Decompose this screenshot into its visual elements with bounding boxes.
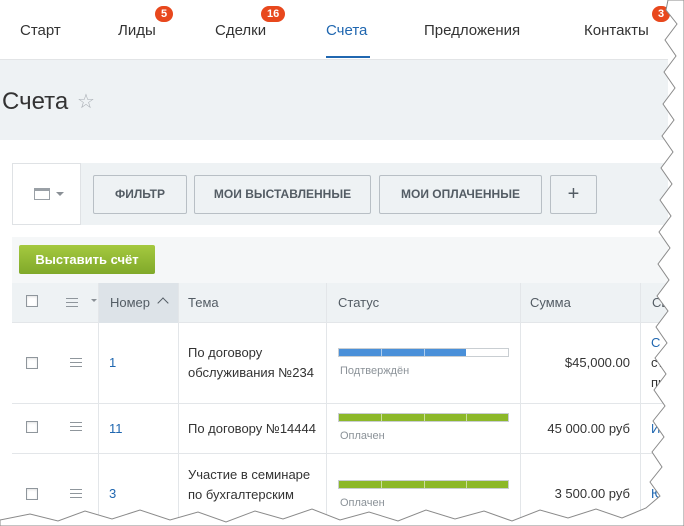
- status-progress-bar: [338, 413, 509, 422]
- tab-leads[interactable]: Лиды: [118, 22, 156, 39]
- row-menu-icon[interactable]: [70, 358, 82, 367]
- tab-deals[interactable]: Сделки: [215, 22, 266, 39]
- top-nav: Старт Лиды 5 Сделки 16 Счета Предложения…: [0, 0, 671, 60]
- add-filter-button[interactable]: +: [550, 175, 597, 214]
- deals-count-badge: 16: [261, 6, 286, 22]
- related-text: пр: [651, 375, 666, 390]
- invoice-sum: 3 500.00 руб: [554, 486, 630, 501]
- table-header: Номер Тема Статус Сумма Св: [12, 283, 668, 323]
- related-link[interactable]: С: [651, 333, 660, 353]
- invoice-sum: $45,000.00: [564, 355, 630, 370]
- chevron-down-icon: [91, 299, 97, 302]
- related-link[interactable]: Ив: [651, 419, 667, 439]
- invoice-number-link[interactable]: 11: [109, 419, 123, 439]
- invoice-topic: Участие в семинаре: [188, 467, 311, 482]
- status-label: Оплачен: [340, 430, 385, 442]
- status-label: Оплачен: [340, 497, 385, 509]
- grid-view-icon: [34, 188, 50, 200]
- row-checkbox[interactable]: [26, 357, 38, 369]
- my-paid-filter-button[interactable]: МОИ ОПЛАЧЕННЫЕ: [379, 175, 542, 214]
- invoice-number-link[interactable]: 3: [109, 484, 116, 504]
- related-text: ст: [651, 355, 664, 370]
- row-menu-icon[interactable]: [70, 422, 82, 431]
- leads-count-badge: 5: [155, 6, 174, 22]
- table-row[interactable]: 1 По договору обслуживания №234 Подтверж…: [12, 324, 668, 404]
- column-header-number[interactable]: Номер: [110, 283, 150, 323]
- progress-segment-divider: [381, 414, 382, 421]
- column-header-sum[interactable]: Сумма: [530, 283, 571, 323]
- status-progress-fill: [339, 414, 508, 421]
- page-header: Счета ☆: [0, 60, 668, 140]
- create-invoice-button[interactable]: Выставить счёт: [19, 245, 155, 274]
- view-switcher-button[interactable]: [12, 163, 81, 225]
- tab-start[interactable]: Старт: [20, 22, 61, 39]
- column-settings-icon[interactable]: [66, 298, 78, 307]
- page-title: Счета: [2, 88, 69, 115]
- progress-segment-divider: [466, 349, 467, 356]
- progress-segment-divider: [424, 481, 425, 488]
- grid-toolbar: Выставить счёт: [12, 237, 668, 283]
- invoice-grid: Выставить счёт Номер Тема Статус Сумма С…: [12, 237, 668, 526]
- progress-segment-divider: [381, 481, 382, 488]
- invoice-topic: обслуживания №234: [188, 365, 314, 380]
- progress-segment-divider: [424, 349, 425, 356]
- row-checkbox[interactable]: [26, 488, 38, 500]
- progress-segment-divider: [424, 414, 425, 421]
- tab-quotes[interactable]: Предложения: [424, 22, 520, 39]
- invoice-topic: По договору №14444: [188, 421, 316, 436]
- status-progress-fill: [339, 481, 508, 488]
- table-row[interactable]: 11 По договору №14444 Оплачен 45 000.00 …: [12, 404, 668, 454]
- invoice-topic: По договору: [188, 345, 263, 360]
- filter-button[interactable]: ФИЛЬТР: [93, 175, 187, 214]
- column-header-extra[interactable]: Св: [652, 283, 668, 323]
- related-link[interactable]: Ю: [651, 484, 664, 504]
- my-issued-filter-button[interactable]: МОИ ВЫСТАВЛЕННЫЕ: [194, 175, 371, 214]
- select-all-checkbox[interactable]: [26, 295, 38, 307]
- table-row[interactable]: 3 Участие в семинаре по бухгалтерским Оп…: [12, 454, 668, 526]
- status-label: Подтверждён: [340, 365, 410, 377]
- row-checkbox[interactable]: [26, 421, 38, 433]
- tab-contacts[interactable]: Контакты: [584, 22, 649, 39]
- status-progress-bar: [338, 348, 509, 357]
- filter-bar: ФИЛЬТР МОИ ВЫСТАВЛЕННЫЕ МОИ ОПЛАЧЕННЫЕ +: [12, 163, 668, 225]
- active-tab-indicator: [326, 56, 370, 58]
- invoice-topic: по бухгалтерским: [188, 487, 294, 502]
- progress-segment-divider: [466, 481, 467, 488]
- progress-segment-divider: [466, 414, 467, 421]
- progress-segment-divider: [381, 349, 382, 356]
- invoice-number-link[interactable]: 1: [109, 353, 116, 373]
- invoice-sum: 45 000.00 руб: [547, 421, 630, 436]
- column-header-status[interactable]: Статус: [338, 283, 379, 323]
- tab-invoices[interactable]: Счета: [326, 22, 367, 39]
- star-icon[interactable]: ☆: [77, 89, 95, 114]
- column-header-topic[interactable]: Тема: [188, 283, 219, 323]
- status-progress-bar: [338, 480, 509, 489]
- chevron-down-icon: [56, 192, 64, 196]
- status-progress-fill: [339, 349, 467, 356]
- contacts-count-badge: 3: [652, 6, 671, 22]
- row-menu-icon[interactable]: [70, 489, 82, 498]
